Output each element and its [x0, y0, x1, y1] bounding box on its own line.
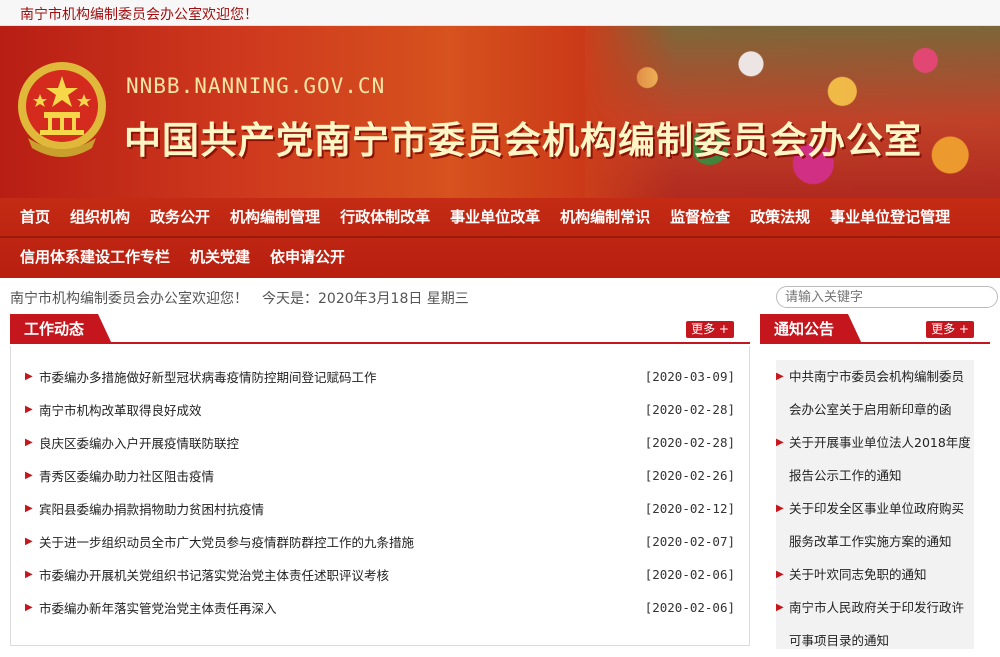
nav-item-staffing-management[interactable]: 机构编制管理 — [220, 198, 330, 236]
work-news-title: 工作动态 — [10, 314, 113, 344]
nav-item-request-disclosure[interactable]: 依申请公开 — [260, 238, 355, 276]
notice-title[interactable]: 关于印发全区事业单位政府购买服务改革工作实施方案的通知 — [789, 492, 972, 558]
triangle-right-icon: ▶ — [776, 437, 784, 448]
notice-title[interactable]: 南宁市人民政府关于印发行政许可事项目录的通知 — [789, 591, 972, 657]
list-item[interactable]: ▶ 关于叶欢同志免职的通知 — [776, 558, 972, 591]
header-banner: NNBB.NANNING.GOV.CN 中国共产党南宁市委员会机构编制委员会办公… — [0, 26, 1000, 198]
nav-item-credit-system[interactable]: 信用体系建设工作专栏 — [10, 238, 180, 276]
list-item[interactable]: ▶ 南宁市人民政府关于印发行政许可事项目录的通知 — [776, 591, 972, 657]
triangle-right-icon: ▶ — [25, 404, 33, 415]
triangle-right-icon: ▶ — [25, 569, 33, 580]
list-item[interactable]: ▶ 关于印发全区事业单位政府购买服务改革工作实施方案的通知 — [776, 492, 972, 558]
nav-item-regulations[interactable]: 政策法规 — [740, 198, 820, 236]
main-nav: 首页 组织机构 政务公开 机构编制管理 行政体制改革 事业单位改革 机构编制常识… — [0, 198, 1000, 278]
triangle-right-icon: ▶ — [25, 371, 33, 382]
nav-row-2: 信用体系建设工作专栏 机关党建 依申请公开 — [10, 238, 355, 276]
notices-list: ▶ 中共南宁市委员会机构编制委员会办公室关于启用新印章的函 ▶ 关于开展事业单位… — [776, 360, 974, 649]
news-date: [2020-02-06] — [644, 567, 735, 582]
news-date: [2020-02-28] — [644, 402, 735, 417]
work-news-list: ▶ 市委编办多措施做好新型冠状病毒疫情防控期间登记赋码工作 [2020-03-0… — [10, 346, 750, 646]
site-title: 中国共产党南宁市委员会机构编制委员会办公室 — [124, 119, 922, 162]
list-item[interactable]: ▶ 良庆区委编办入户开展疫情联防联控 [2020-02-28] — [25, 426, 735, 459]
news-date: [2020-03-09] — [644, 369, 735, 384]
nav-item-registration[interactable]: 事业单位登记管理 — [820, 198, 960, 236]
triangle-right-icon: ▶ — [25, 470, 33, 481]
nav-item-home[interactable]: 首页 — [10, 198, 60, 236]
news-title[interactable]: 关于进一步组织动员全市广大党员参与疫情群防群控工作的九条措施 — [39, 532, 645, 551]
triangle-right-icon: ▶ — [776, 503, 784, 514]
notices-title: 通知公告 — [760, 314, 863, 344]
notice-title[interactable]: 关于开展事业单位法人2018年度报告公示工作的通知 — [789, 426, 972, 492]
nav-item-supervision[interactable]: 监督检查 — [660, 198, 740, 236]
news-date: [2020-02-06] — [644, 600, 735, 615]
nav-row-1: 首页 组织机构 政务公开 机构编制管理 行政体制改革 事业单位改革 机构编制常识… — [10, 198, 960, 236]
triangle-right-icon: ▶ — [776, 602, 784, 613]
list-item[interactable]: ▶ 宾阳县委编办捐款捐物助力贫困村抗疫情 [2020-02-12] — [25, 492, 735, 525]
search-input[interactable] — [776, 286, 998, 308]
nav-item-staffing-knowledge[interactable]: 机构编制常识 — [550, 198, 660, 236]
news-title[interactable]: 青秀区委编办助力社区阻击疫情 — [39, 466, 645, 485]
notices-more-button[interactable]: 更多 + — [926, 321, 974, 338]
notice-title[interactable]: 关于叶欢同志免职的通知 — [789, 558, 972, 591]
work-news-header: 工作动态 更多 + — [10, 314, 750, 344]
list-item[interactable]: ▶ 关于进一步组织动员全市广大党员参与疫情群防群控工作的九条措施 [2020-0… — [25, 525, 735, 558]
news-date: [2020-02-26] — [644, 468, 735, 483]
triangle-right-icon: ▶ — [25, 536, 33, 547]
nav-item-institution-reform[interactable]: 事业单位改革 — [440, 198, 550, 236]
news-title[interactable]: 宾阳县委编办捐款捐物助力贫困村抗疫情 — [39, 499, 645, 518]
list-item[interactable]: ▶ 市委编办开展机关党组织书记落实党治党主体责任述职评议考核 [2020-02-… — [25, 558, 735, 591]
news-title[interactable]: 市委编办多措施做好新型冠状病毒疫情防控期间登记赋码工作 — [39, 367, 645, 386]
list-item[interactable]: ▶ 关于开展事业单位法人2018年度报告公示工作的通知 — [776, 426, 972, 492]
nav-item-admin-reform[interactable]: 行政体制改革 — [330, 198, 440, 236]
news-date: [2020-02-28] — [644, 435, 735, 450]
notice-title[interactable]: 中共南宁市委员会机构编制委员会办公室关于启用新印章的函 — [789, 360, 972, 426]
list-item[interactable]: ▶ 市委编办新年落实管党治党主体责任再深入 [2020-02-06] — [25, 591, 735, 624]
top-welcome-text: 南宁市机构编制委员会办公室欢迎您！ — [20, 7, 258, 23]
triangle-right-icon: ▶ — [776, 371, 784, 382]
triangle-right-icon: ▶ — [25, 437, 33, 448]
news-date: [2020-02-12] — [644, 501, 735, 516]
list-item[interactable]: ▶ 中共南宁市委员会机构编制委员会办公室关于启用新印章的函 — [776, 360, 972, 426]
list-item[interactable]: ▶ 青秀区委编办助力社区阻击疫情 [2020-02-26] — [25, 459, 735, 492]
nav-item-party-building[interactable]: 机关党建 — [180, 238, 260, 276]
current-date: 今天是：2020年3月18日 星期三 — [262, 291, 469, 307]
welcome-line: 南宁市机构编制委员会办公室欢迎您！ 今天是：2020年3月18日 星期三 — [10, 288, 469, 308]
triangle-right-icon: ▶ — [25, 602, 33, 613]
work-news-more-button[interactable]: 更多 + — [686, 321, 734, 338]
list-item[interactable]: ▶ 市委编办多措施做好新型冠状病毒疫情防控期间登记赋码工作 [2020-03-0… — [25, 360, 735, 393]
news-title[interactable]: 市委编办新年落实管党治党主体责任再深入 — [39, 598, 645, 617]
welcome-greeting: 南宁市机构编制委员会办公室欢迎您！ — [10, 291, 248, 307]
triangle-right-icon: ▶ — [25, 503, 33, 514]
list-item[interactable]: ▶ 南宁市机构改革取得良好成效 [2020-02-28] — [25, 393, 735, 426]
news-date: [2020-02-07] — [644, 534, 735, 549]
nav-item-public-affairs[interactable]: 政务公开 — [140, 198, 220, 236]
site-url: NNBB.NANNING.GOV.CN — [126, 74, 386, 98]
national-emblem-icon — [18, 62, 106, 157]
top-bar: 南宁市机构编制委员会办公室欢迎您！ — [0, 0, 1000, 26]
nav-item-organization[interactable]: 组织机构 — [60, 198, 140, 236]
news-title[interactable]: 良庆区委编办入户开展疫情联防联控 — [39, 433, 645, 452]
news-title[interactable]: 市委编办开展机关党组织书记落实党治党主体责任述职评议考核 — [39, 565, 645, 584]
notices-header: 通知公告 更多 + — [760, 314, 990, 344]
triangle-right-icon: ▶ — [776, 569, 784, 580]
news-title[interactable]: 南宁市机构改革取得良好成效 — [39, 400, 645, 419]
